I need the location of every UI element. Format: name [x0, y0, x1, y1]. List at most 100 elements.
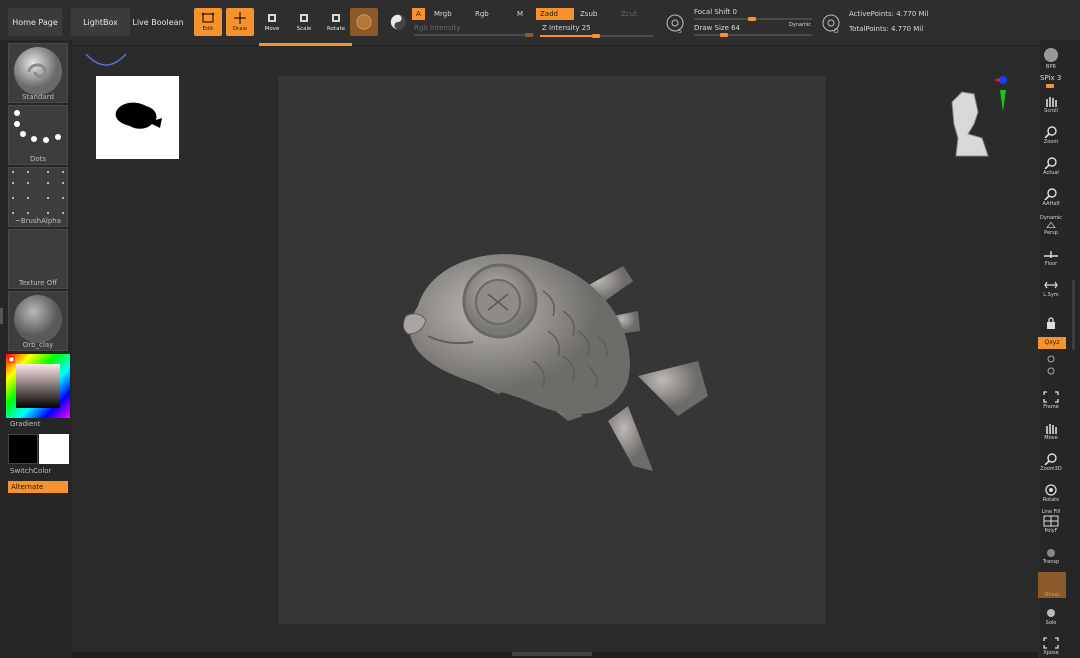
zsub-toggle[interactable]: Zsub: [576, 8, 601, 20]
spix-slider[interactable]: [1046, 84, 1054, 88]
left-tray-handle[interactable]: [0, 308, 3, 324]
fish-sculpt-model[interactable]: [278, 76, 826, 624]
rotate-icon: [332, 14, 340, 22]
move-button[interactable]: Move: [258, 8, 286, 36]
m-toggle[interactable]: M: [513, 8, 527, 20]
scroll-label: Scroll: [1044, 108, 1058, 114]
move-hand-icon: [1046, 424, 1057, 434]
bpr-sphere-icon: [1044, 48, 1058, 62]
actual-button[interactable]: Actual: [1038, 152, 1064, 176]
frame-button[interactable]: Frame: [1038, 386, 1064, 410]
left-shelf: Standard Dots ~BrushAlpha Texture Off Or…: [0, 40, 72, 658]
document-viewport[interactable]: [278, 76, 826, 624]
draw-size-slider[interactable]: [694, 34, 812, 36]
polyf-button[interactable]: Line Fill PolyF: [1038, 508, 1064, 534]
transparency-icon: [1047, 549, 1055, 557]
alternate-toggle[interactable]: Alternate: [8, 481, 68, 493]
bpr-label: BPR: [1046, 64, 1056, 70]
active-points: ActivePoints: 4.770 Mil: [849, 10, 929, 18]
aahalf-icon: [1044, 188, 1057, 200]
zoom3d-label: Zoom3D: [1040, 466, 1062, 472]
transp-label: Transp: [1042, 559, 1060, 565]
texture-label: Texture Off: [18, 279, 58, 287]
edit-button[interactable]: Edit: [194, 8, 222, 36]
actual-size-icon: [1044, 157, 1057, 169]
edit-label: Edit: [202, 26, 214, 32]
rotate-button[interactable]: Rotate: [322, 8, 350, 36]
move-view-label: Move: [1044, 435, 1058, 441]
z-intensity-knob[interactable]: [592, 34, 600, 38]
mrgb-toggle[interactable]: Mrgb: [430, 8, 456, 20]
focal-shift-knob[interactable]: [748, 17, 756, 21]
orientation-head-gizmo[interactable]: [942, 72, 1014, 158]
rotate-view-button[interactable]: Rotate: [1038, 479, 1064, 503]
zoom-button[interactable]: Zoom: [1038, 121, 1064, 145]
focal-shift-label: Focal Shift 0: [694, 8, 737, 16]
floor-grid-icon: [1044, 251, 1058, 258]
material-button[interactable]: [350, 8, 378, 36]
lightbox-button[interactable]: LightBox: [71, 8, 130, 36]
scroll-button[interactable]: Scroll: [1038, 90, 1064, 114]
transp-button[interactable]: Transp: [1038, 541, 1064, 565]
zadd-toggle[interactable]: Zadd: [536, 8, 574, 20]
color-picker[interactable]: [6, 354, 70, 418]
xyz-symmetry-toggle[interactable]: Qxyz: [1038, 337, 1066, 349]
hand-icon: [1046, 97, 1057, 107]
xpose-icon: [1043, 637, 1059, 649]
zoom3d-button[interactable]: Zoom3D: [1038, 448, 1064, 472]
brush-label: Standard: [22, 93, 54, 101]
floor-label: Floor: [1044, 261, 1058, 267]
draw-label: Draw: [232, 26, 248, 32]
rotate-view-label: Rotate: [1042, 497, 1060, 503]
z-intensity-fill: [540, 35, 594, 37]
frame-icon: [1043, 391, 1059, 403]
xpose-button[interactable]: Xpose: [1038, 632, 1064, 656]
material-label: Orb_clay: [22, 341, 54, 349]
secondary-color-swatch[interactable]: [39, 434, 69, 464]
lsym-button[interactable]: L.Sym: [1038, 274, 1064, 298]
top-toolbar: Home Page LightBox Live Boolean Edit Dra…: [0, 0, 1080, 46]
move-label: Move: [264, 26, 280, 32]
a-toggle[interactable]: A: [412, 8, 425, 20]
spix-control[interactable]: SPix 3: [1040, 74, 1061, 82]
move-view-button[interactable]: Move: [1038, 417, 1064, 441]
switch-color-button[interactable]: SwitchColor: [10, 467, 70, 475]
dynamic-size-toggle[interactable]: Dynamic: [789, 22, 811, 28]
color-toggle-button[interactable]: [384, 8, 412, 36]
bottom-tray-handle[interactable]: [512, 652, 592, 656]
home-page-button[interactable]: Home Page: [8, 8, 62, 36]
live-boolean-button[interactable]: Live Boolean: [131, 8, 185, 36]
draw-button[interactable]: Draw: [226, 8, 254, 36]
focal-target-icon[interactable]: S: [664, 12, 686, 34]
aahalf-button[interactable]: AAHalf: [1038, 183, 1064, 207]
navigator-arc-icon: [85, 53, 127, 66]
right-tray-handle[interactable]: [1072, 280, 1075, 350]
draw-size-knob[interactable]: [720, 33, 728, 37]
yin-yang-icon: [390, 14, 406, 30]
aahalf-label: AAHalf: [1042, 201, 1060, 207]
rgb-intensity-knob[interactable]: [525, 33, 533, 37]
persp-label: Persp: [1044, 230, 1058, 236]
zoom3d-icon: [1044, 453, 1057, 465]
solo-button[interactable]: Solo: [1038, 602, 1064, 626]
dynamesh-target-icon[interactable]: D: [820, 12, 842, 34]
alpha-label: ~BrushAlpha: [15, 217, 61, 225]
persp-button[interactable]: Dynamic Persp: [1038, 212, 1064, 236]
zcut-toggle[interactable]: Zcut: [617, 8, 641, 20]
ghost-button[interactable]: Ghost: [1038, 572, 1066, 598]
primary-color-swatch[interactable]: [8, 434, 38, 464]
frame-label: Frame: [1043, 404, 1059, 410]
scale-button[interactable]: Scale: [290, 8, 318, 36]
bpr-button[interactable]: BPR: [1038, 44, 1064, 70]
navigator-thumbnail[interactable]: [96, 76, 179, 159]
rgb-toggle[interactable]: Rgb: [471, 8, 493, 20]
rotate-axis-icons[interactable]: [1044, 354, 1058, 378]
rgb-intensity-label: Rgb Intensity: [414, 24, 461, 32]
color-picker-wheel: [6, 354, 70, 418]
floor-button[interactable]: Floor: [1038, 243, 1064, 267]
scale-label: Scale: [296, 26, 312, 32]
rgb-intensity-slider[interactable]: [414, 34, 534, 36]
gradient-label: Gradient: [10, 420, 41, 428]
polyf-label: PolyF: [1044, 528, 1058, 534]
lock-button[interactable]: [1038, 306, 1064, 330]
